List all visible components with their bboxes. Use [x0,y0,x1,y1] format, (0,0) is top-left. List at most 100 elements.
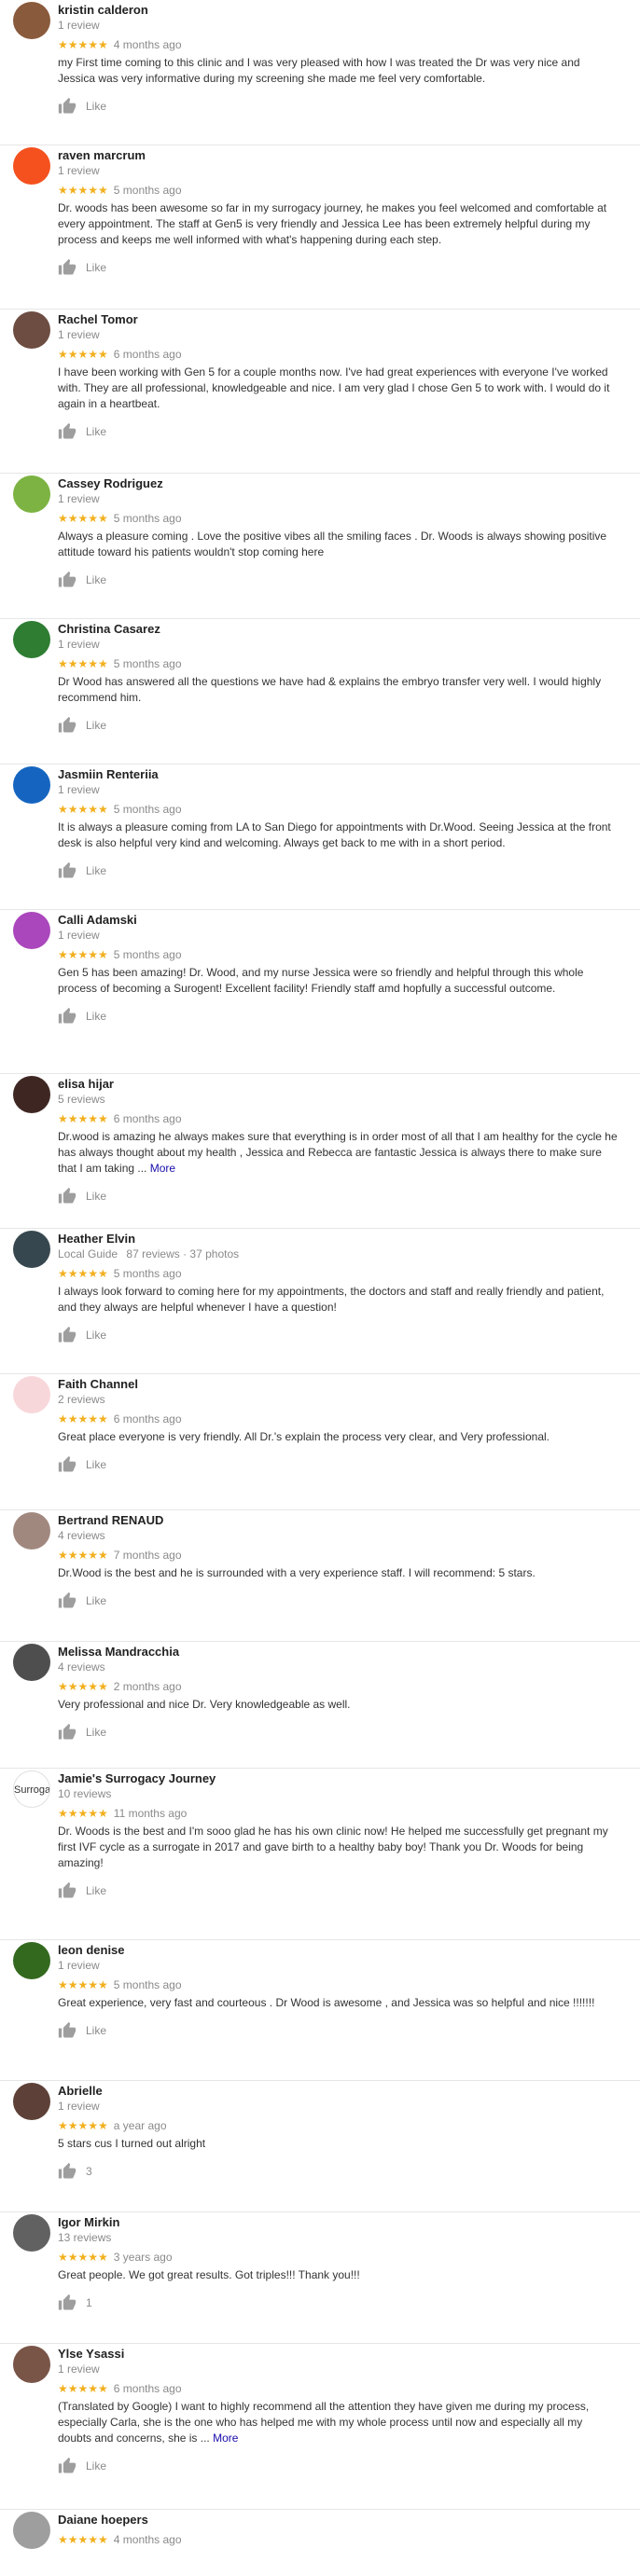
review-text-body: Great place everyone is very friendly. A… [58,1430,550,1443]
review-date: 3 years ago [113,2251,173,2264]
review-count: 87 reviews · 37 photos [126,1247,240,1260]
thumbs-up-icon [58,2294,77,2312]
reviewer-meta: 1 review [58,18,623,33]
like-button[interactable]: Like [58,861,623,881]
avatar[interactable] [13,1942,50,1979]
avatar[interactable] [13,1644,50,1681]
reviewer-meta: 1 review [58,1958,623,1973]
like-button[interactable]: Like [58,2456,623,2476]
reviewer-name[interactable]: Heather Elvin [58,1229,623,1247]
thumbs-up-icon [58,258,77,277]
avatar[interactable] [13,766,50,804]
rating-row: ★★★★★ 6 months ago [58,2381,623,2396]
like-button[interactable]: Like [58,257,623,278]
reviewer-name[interactable]: Abrielle [58,2081,623,2099]
review-date: 5 months ago [113,657,182,670]
avatar[interactable] [13,912,50,949]
review-text: Very professional and nice Dr. Very know… [58,1697,623,1713]
avatar[interactable] [13,621,50,658]
rating-row: ★★★★★ 7 months ago [58,1548,623,1563]
review-text-body: Great experience, very fast and courteou… [58,1996,595,2009]
avatar[interactable] [13,2214,50,2252]
reviewer-name[interactable]: Igor Mirkin [58,2212,623,2230]
avatar[interactable] [13,147,50,185]
like-button[interactable]: Like [58,2020,623,2041]
review-item: Melissa Mandracchia 4 reviews ★★★★★ 2 month… [0,1642,640,1769]
avatar[interactable]: Surroga [13,1770,50,1808]
review-item: kristin calderon 1 review ★★★★★ 4 months ag… [0,0,640,145]
avatar[interactable] [13,2,50,39]
reviewer-name[interactable]: Jasmiin Renteriia [58,765,623,782]
reviewer-name[interactable]: Calli Adamski [58,910,623,928]
like-button[interactable]: Like [58,421,623,442]
review-text-body: I always look forward to coming here for… [58,1285,605,1314]
reviewer-name[interactable]: Melissa Mandracchia [58,1642,623,1660]
review-item: leon denise 1 review ★★★★★ 5 months ago Grea… [0,1940,640,2081]
like-label: Like [86,425,107,438]
review-text: Gen 5 has been amazing! Dr. Wood, and my… [58,965,623,997]
review-count: 4 reviews [58,1660,105,1674]
like-label: Like [86,1329,107,1342]
review-item: Faith Channel 2 reviews ★★★★★ 6 months ago G… [0,1374,640,1510]
reviewer-name[interactable]: Rachel Tomor [58,310,623,327]
review-text: It is always a pleasure coming from LA t… [58,820,623,851]
avatar[interactable] [13,1076,50,1113]
reviewer-meta: 1 review [58,2099,623,2114]
thumbs-up-icon [58,1591,77,1610]
reviewer-name[interactable]: leon denise [58,1940,623,1958]
review-date: 6 months ago [113,1112,182,1125]
review-count: 4 reviews [58,1529,105,1542]
reviewer-name[interactable]: Bertrand RENAUD [58,1510,623,1528]
reviewer-name[interactable]: kristin calderon [58,0,623,18]
review-text: Dr Wood has answered all the questions w… [58,674,623,706]
reviewer-name[interactable]: Faith Channel [58,1374,623,1392]
avatar[interactable] [13,2346,50,2383]
reviewer-name[interactable]: Cassey Rodriguez [58,474,623,491]
thumbs-up-icon [58,422,77,441]
reviewer-name[interactable]: Jamie's Surrogacy Journey [58,1769,623,1786]
like-button[interactable]: Like [58,1591,623,1611]
reviewer-name[interactable]: raven marcrum [58,145,623,163]
more-link[interactable]: More [213,2431,238,2445]
review-text: Dr.wood is amazing he always makes sure … [58,1129,623,1177]
review-item: Christina Casarez 1 review ★★★★★ 5 months a… [0,619,640,765]
avatar[interactable] [13,311,50,349]
avatar[interactable] [13,2512,50,2549]
like-button[interactable]: 3 [58,2161,623,2182]
review-date: 11 months ago [113,1807,188,1820]
like-button[interactable]: Like [58,1880,623,1901]
reviewer-name[interactable]: elisa hijar [58,1074,623,1092]
more-link[interactable]: More [150,1162,175,1175]
like-button[interactable]: Like [58,96,623,117]
avatar[interactable] [13,2083,50,2120]
like-button[interactable]: Like [58,1722,623,1743]
review-date: 6 months ago [113,2382,182,2395]
reviewer-name[interactable]: Daiane hoepers [58,2510,623,2528]
like-button[interactable]: Like [58,1006,623,1026]
rating-row: ★★★★★ 5 months ago [58,947,623,962]
review-text-body: Dr.wood is amazing he always makes sure … [58,1130,618,1175]
reviewer-meta: 1 review [58,637,623,652]
thumbs-up-icon [58,1455,77,1474]
review-date: 5 months ago [113,948,182,961]
reviewer-meta: 1 review [58,928,623,943]
like-button[interactable]: Like [58,1454,623,1475]
like-button[interactable]: Like [58,1325,623,1345]
star-rating: ★★★★★ [58,803,108,816]
rating-row: ★★★★★ 4 months ago [58,37,623,52]
like-button[interactable]: 1 [58,2293,623,2313]
like-button[interactable]: Like [58,570,623,590]
reviewer-meta: 1 review [58,163,623,178]
avatar[interactable] [13,1231,50,1268]
like-button[interactable]: Like [58,715,623,736]
avatar[interactable] [13,1512,50,1550]
review-item: Calli Adamski 1 review ★★★★★ 5 months ago Ge… [0,910,640,1074]
reviewer-name[interactable]: Ylse Ysassi [58,2344,623,2362]
like-button[interactable]: Like [58,1186,623,1206]
avatar[interactable] [13,1376,50,1413]
thumbs-up-icon [58,571,77,589]
rating-row: ★★★★★ 6 months ago [58,1111,623,1126]
review-text-body: 5 stars cus I turned out alright [58,2137,206,2150]
reviewer-name[interactable]: Christina Casarez [58,619,623,637]
avatar[interactable] [13,475,50,513]
